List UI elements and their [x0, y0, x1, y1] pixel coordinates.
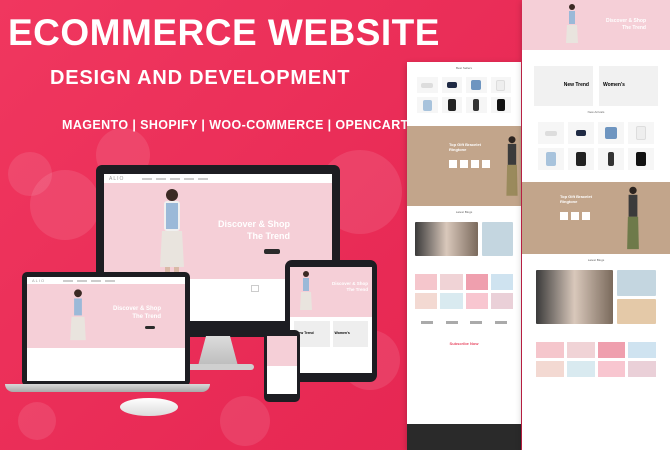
category-row: New Trend Women's: [522, 66, 670, 106]
mini-nav: ALIO: [27, 277, 185, 284]
phone-screen: [267, 336, 297, 394]
blog-grid: [522, 266, 670, 328]
hero-line-1: Discover & Shop: [112, 306, 161, 312]
hero-line-2: The Trend: [246, 231, 290, 241]
mini-nav: ALIO: [104, 174, 332, 183]
hero-line-2: The Trend: [132, 314, 161, 320]
hero-banner: Discover & Shop The Trend: [522, 0, 670, 50]
platforms-list: MAGENTO | SHOPIFY | WOO-COMMERCE | OPENC…: [62, 118, 409, 132]
product-grid: [522, 118, 670, 174]
monitor-base: [182, 364, 254, 370]
subscribe-title: Subscribe Now: [449, 341, 479, 346]
headline: ECOMMERCE WEBSITE: [8, 12, 440, 53]
deal-title: Top Gift Bracelet Ringtone: [449, 142, 481, 152]
laptop-screen: ALIO Discover & Shop The Trend: [27, 277, 185, 381]
deal-banner: Top Gift Bracelet Ringtone: [407, 126, 521, 206]
countdown: [449, 160, 490, 168]
laptop-base: [5, 384, 210, 392]
page-preview-right: Discover & Shop The Trend New Trend Wome…: [522, 0, 670, 450]
hero-line-1: Discover & Shop: [331, 281, 368, 286]
instagram-grid: [407, 270, 521, 313]
hero-banner: [267, 336, 297, 366]
hero-line-2: The Trend: [622, 25, 646, 31]
subhead: DESIGN AND DEVELOPMENT: [50, 67, 351, 89]
hero-line-2: The Trend: [346, 287, 368, 292]
instagram-grid: [522, 338, 670, 381]
category-row: New Trend Women's: [290, 317, 372, 351]
model-figure: [70, 289, 86, 341]
product-grid: [407, 72, 521, 118]
mini-logo: ALIO: [109, 175, 125, 182]
monitor-stand: [198, 336, 238, 366]
laptop: ALIO Discover & Shop The Trend: [22, 272, 190, 386]
model-figure: [506, 136, 518, 196]
hero-shop-button[interactable]: [145, 326, 155, 329]
mini-logo: ALIO: [32, 278, 46, 283]
model-figure: [566, 4, 578, 43]
deal-banner: Top Gift Bracelet Ringtone: [522, 182, 670, 254]
page-footer: [407, 424, 521, 450]
model-figure: [300, 271, 312, 310]
womens-label: Women's: [334, 331, 350, 335]
new-trend-label: New Trend: [563, 82, 589, 88]
hero-shop-button[interactable]: [264, 249, 280, 254]
decor-bubble: [18, 402, 56, 440]
hero-banner: Discover & Shop The Trend: [290, 267, 372, 317]
page-preview-left: Best Sellers Top Gift Bracelet Ringtone …: [407, 62, 521, 450]
decor-bubble: [220, 396, 270, 446]
phone: [264, 330, 300, 402]
womens-label: Women's: [603, 82, 625, 88]
tablet-screen: Discover & Shop The Trend New Trend Wome…: [290, 267, 372, 373]
hero-banner: Discover & Shop The Trend: [27, 284, 185, 348]
model-figure: [160, 189, 184, 277]
blog-grid: [407, 218, 521, 260]
deal-title: Top Gift Bracelet Ringtone: [560, 194, 592, 204]
countdown: [560, 212, 590, 220]
model-figure: [627, 186, 639, 250]
computer-mouse: [120, 398, 178, 416]
hero-line-1: Discover & Shop: [605, 18, 646, 24]
hero-line-1: Discover & Shop: [217, 219, 290, 229]
promo-banner: ECOMMERCE WEBSITE DESIGN AND DEVELOPMENT…: [0, 0, 670, 450]
decor-bubble: [30, 170, 100, 240]
